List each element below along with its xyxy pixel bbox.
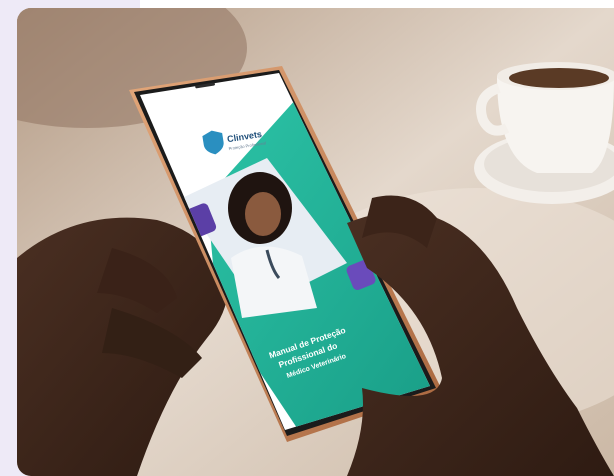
page: Clinvets Proteção Profissional Manual de… bbox=[0, 0, 614, 476]
hero-photo: Clinvets Proteção Profissional Manual de… bbox=[17, 8, 614, 476]
coffee bbox=[509, 68, 609, 88]
photo-scene: Clinvets Proteção Profissional Manual de… bbox=[17, 8, 614, 476]
doctor-face bbox=[245, 192, 281, 236]
